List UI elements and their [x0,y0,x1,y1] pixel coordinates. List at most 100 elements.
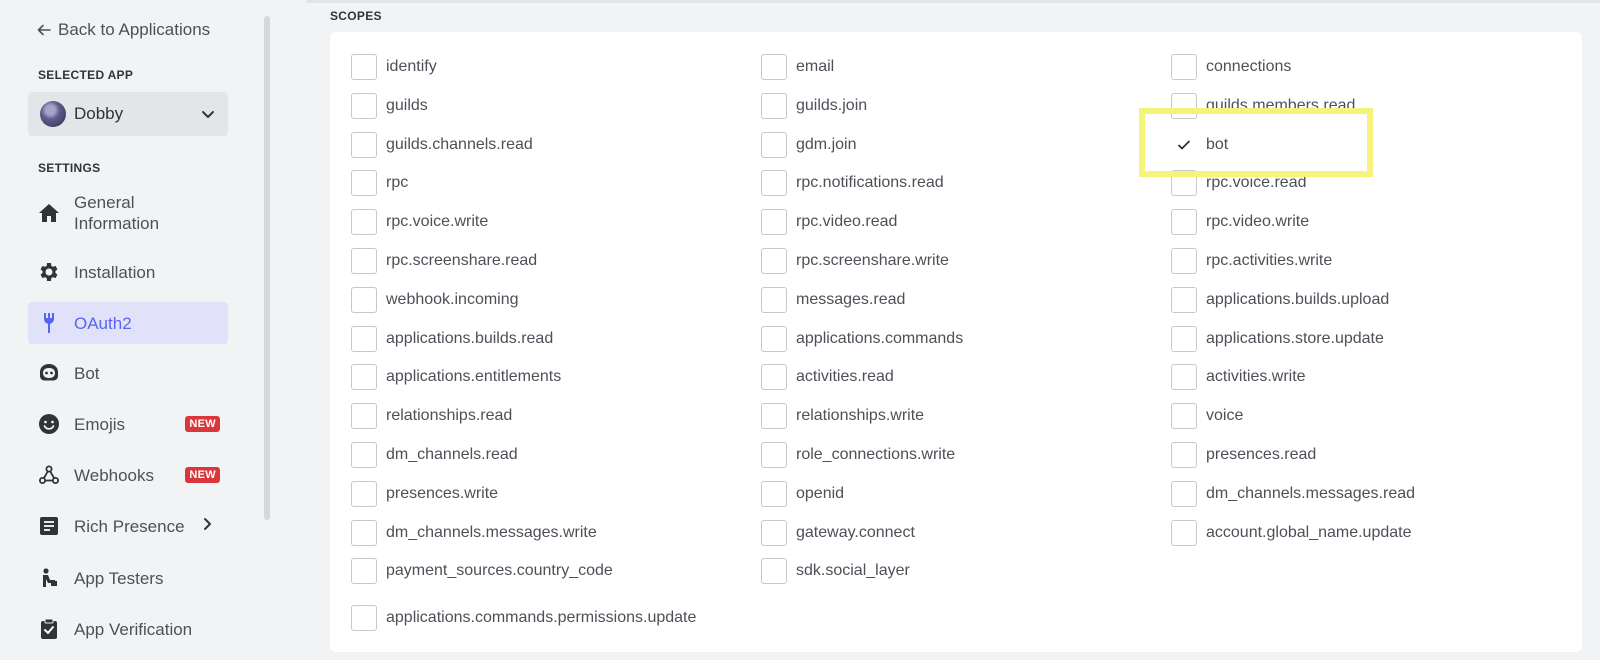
scope-checkbox-messages-read[interactable]: messages.read [761,287,905,313]
checkbox[interactable] [761,403,787,429]
checkbox[interactable] [351,442,377,468]
checkbox[interactable] [351,287,377,313]
checkbox[interactable] [1171,520,1197,546]
checkbox[interactable] [761,364,787,390]
checkbox[interactable] [761,520,787,546]
checkbox[interactable] [351,93,377,119]
scope-checkbox-guilds-channels-read[interactable]: guilds.channels.read [351,132,533,158]
scope-checkbox-applications-commands-permissions-update[interactable]: applications.commands.permissions.update [351,605,696,631]
scope-checkbox-dm-channels-messages-write[interactable]: dm_channels.messages.write [351,520,597,546]
scope-checkbox-applications-commands[interactable]: applications.commands [761,326,963,352]
checkbox[interactable] [761,209,787,235]
app-selector-dropdown[interactable]: Dobby [28,92,228,136]
scope-checkbox-guilds-members-read[interactable]: guilds.members.read [1171,93,1355,119]
checkbox[interactable] [351,520,377,546]
scope-checkbox-guilds[interactable]: guilds [351,93,428,119]
checkbox[interactable] [351,403,377,429]
checkbox[interactable] [351,558,377,584]
scope-checkbox-gateway-connect[interactable]: gateway.connect [761,520,915,546]
scope-checkbox-applications-builds-upload[interactable]: applications.builds.upload [1171,287,1389,313]
sidebar-item-oauth2[interactable]: OAuth2 [28,302,228,344]
checkbox[interactable] [761,248,787,274]
scope-checkbox-applications-entitlements[interactable]: applications.entitlements [351,364,561,390]
scope-checkbox-rpc-voice-read[interactable]: rpc.voice.read [1171,170,1307,196]
scope-checkbox-rpc-screenshare-write[interactable]: rpc.screenshare.write [761,248,949,274]
checkbox[interactable] [351,326,377,352]
sidebar-item-rich-presence[interactable]: Rich Presence [28,505,228,547]
checkbox[interactable] [1171,287,1197,313]
scope-checkbox-payment-sources-country-code[interactable]: payment_sources.country_code [351,558,613,584]
checkbox[interactable] [351,605,377,631]
scope-checkbox-sdk-social-layer[interactable]: sdk.social_layer [761,558,910,584]
sidebar-item-webhooks[interactable]: Webhooks NEW [28,454,228,496]
scope-checkbox-role-connections-write[interactable]: role_connections.write [761,442,955,468]
chevron-right-icon[interactable] [199,516,215,537]
scope-checkbox-dm-channels-messages-read[interactable]: dm_channels.messages.read [1171,481,1415,507]
checkbox[interactable] [1171,54,1197,80]
checkbox[interactable] [351,481,377,507]
scope-checkbox-rpc-video-read[interactable]: rpc.video.read [761,209,897,235]
person-icon [36,565,62,591]
checkbox[interactable] [351,364,377,390]
scope-checkbox-rpc-screenshare-read[interactable]: rpc.screenshare.read [351,248,537,274]
scope-checkbox-rpc-activities-write[interactable]: rpc.activities.write [1171,248,1332,274]
checkbox[interactable] [1171,481,1197,507]
sidebar-item-app-verification[interactable]: App Verification [28,608,228,650]
checkbox[interactable] [761,287,787,313]
scope-checkbox-presences-write[interactable]: presences.write [351,481,498,507]
scope-checkbox-connections[interactable]: connections [1171,54,1291,80]
scope-label: rpc [386,174,409,191]
back-to-applications-link[interactable]: Back to Applications [36,18,210,42]
checkbox[interactable] [761,442,787,468]
scope-checkbox-activities-write[interactable]: activities.write [1171,364,1306,390]
checkbox[interactable] [351,209,377,235]
scope-checkbox-webhook-incoming[interactable]: webhook.incoming [351,287,519,313]
scope-checkbox-relationships-read[interactable]: relationships.read [351,403,512,429]
scope-checkbox-rpc-notifications-read[interactable]: rpc.notifications.read [761,170,944,196]
checkbox[interactable] [1171,248,1197,274]
scope-checkbox-dm-channels-read[interactable]: dm_channels.read [351,442,518,468]
scope-checkbox-applications-builds-read[interactable]: applications.builds.read [351,326,553,352]
scope-checkbox-rpc[interactable]: rpc [351,170,408,196]
scope-checkbox-account-global-name-update[interactable]: account.global_name.update [1171,520,1412,546]
scope-checkbox-presences-read[interactable]: presences.read [1171,442,1316,468]
checkbox[interactable] [1171,93,1197,119]
sidebar-item-app-testers[interactable]: App Testers [28,557,228,599]
sidebar-item-emojis[interactable]: Emojis NEW [28,403,228,445]
scope-checkbox-applications-store-update[interactable]: applications.store.update [1171,326,1384,352]
checkbox[interactable] [761,481,787,507]
sidebar-item-general-information[interactable]: General Information [28,190,228,236]
checkbox[interactable] [1171,209,1197,235]
scope-checkbox-relationships-write[interactable]: relationships.write [761,403,924,429]
scope-checkbox-openid[interactable]: openid [761,481,844,507]
scope-checkbox-gdm-join[interactable]: gdm.join [761,132,856,158]
scope-checkbox-activities-read[interactable]: activities.read [761,364,894,390]
scope-label: dm_channels.messages.read [1206,485,1416,502]
sidebar-scrollbar-thumb[interactable] [264,16,270,520]
scope-checkbox-identify[interactable]: identify [351,54,437,80]
sidebar-item-bot[interactable]: Bot [28,352,228,394]
checkbox[interactable] [351,248,377,274]
sidebar-item-installation[interactable]: Installation [28,251,228,293]
checkbox[interactable] [1171,170,1197,196]
checkbox[interactable] [761,132,787,158]
checkbox[interactable] [351,132,377,158]
checkbox[interactable] [761,93,787,119]
scope-checkbox-rpc-voice-write[interactable]: rpc.voice.write [351,209,488,235]
scope-checkbox-email[interactable]: email [761,54,834,80]
checkbox[interactable] [351,170,377,196]
checkbox[interactable] [761,326,787,352]
scope-checkbox-rpc-video-write[interactable]: rpc.video.write [1171,209,1309,235]
scope-checkbox-guilds-join[interactable]: guilds.join [761,93,867,119]
checkbox[interactable] [761,54,787,80]
checkbox-checked[interactable] [1171,132,1197,158]
checkbox[interactable] [1171,403,1197,429]
checkbox[interactable] [1171,364,1197,390]
checkbox[interactable] [1171,326,1197,352]
checkbox[interactable] [351,54,377,80]
checkbox[interactable] [761,170,787,196]
checkbox[interactable] [1171,442,1197,468]
scope-checkbox-bot[interactable]: bot [1171,132,1228,158]
scope-checkbox-voice[interactable]: voice [1171,403,1243,429]
checkbox[interactable] [761,558,787,584]
